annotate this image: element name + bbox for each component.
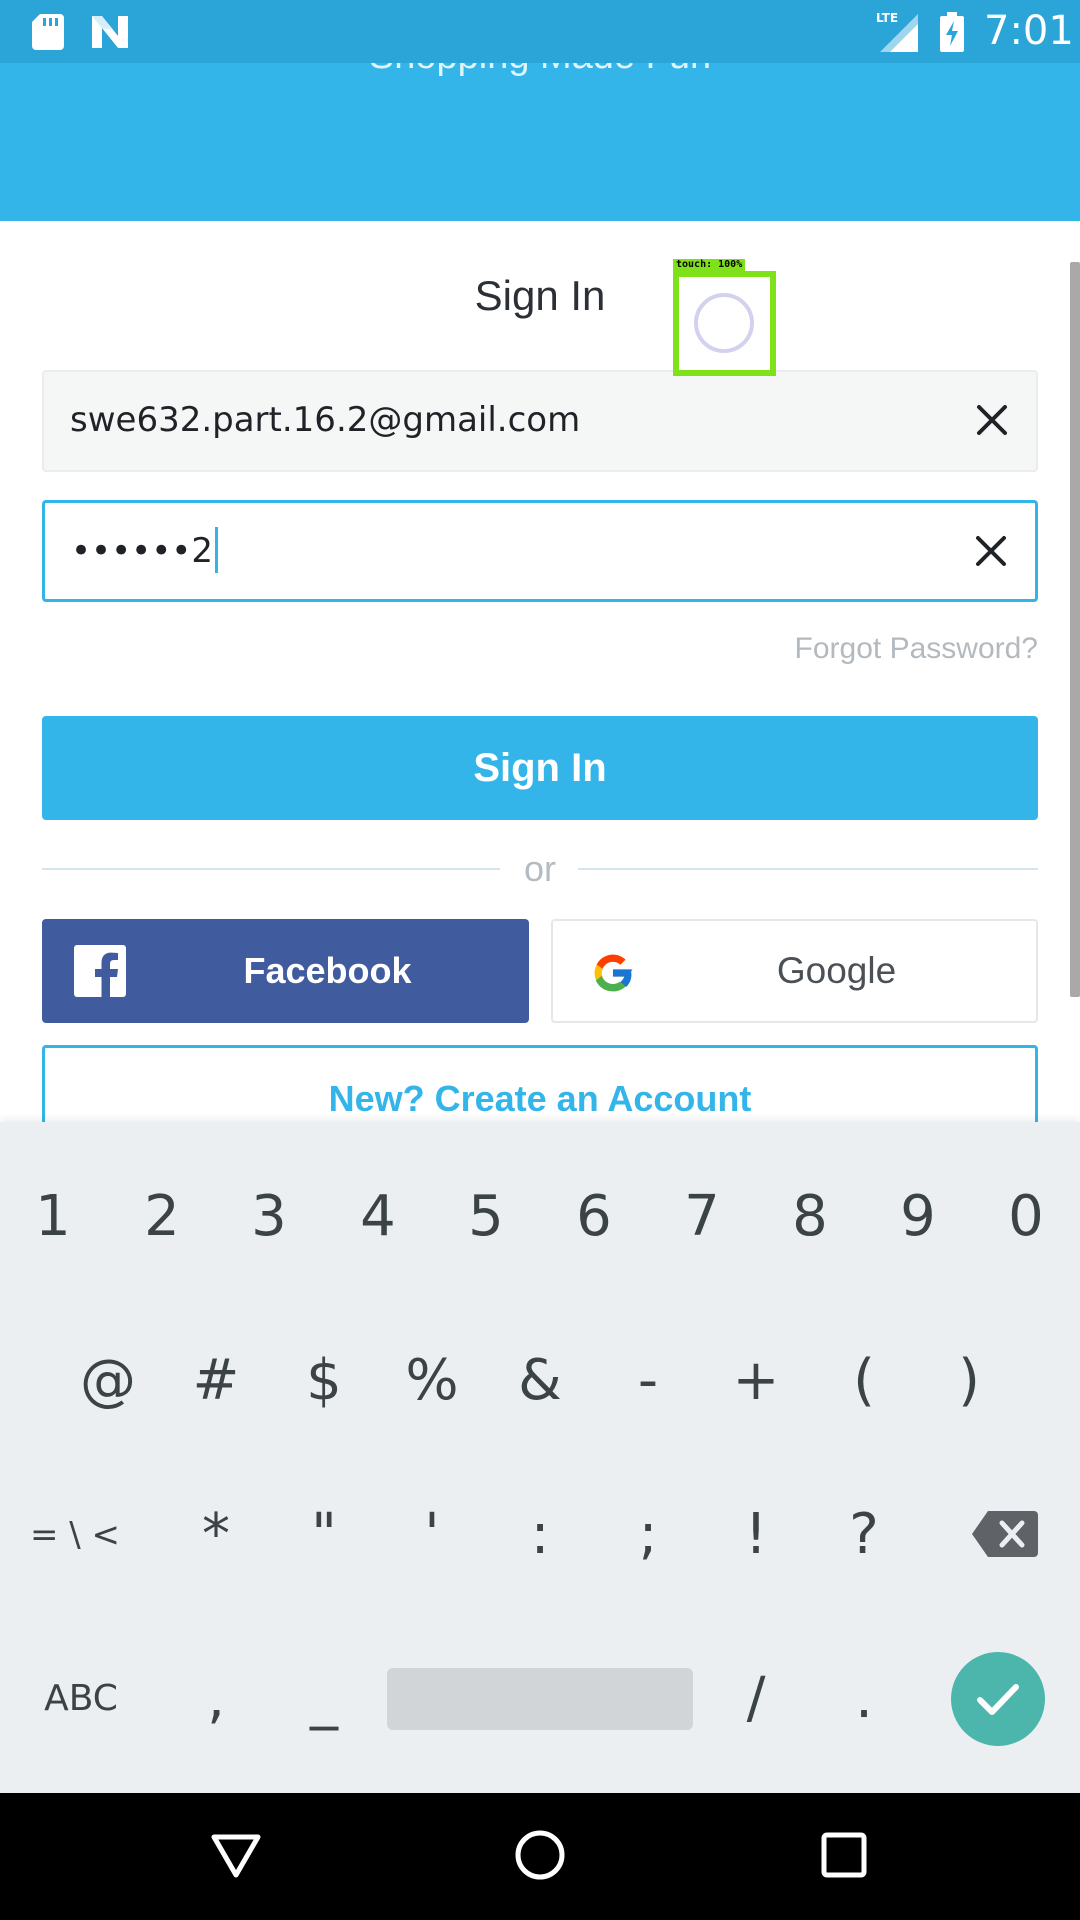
backspace-icon[interactable] xyxy=(972,1511,1038,1557)
n-notification-icon xyxy=(92,16,128,48)
sd-card-icon xyxy=(32,14,64,50)
key-9[interactable]: 9 xyxy=(873,1172,963,1262)
key-question[interactable]: ? xyxy=(819,1490,909,1580)
enter-check-icon xyxy=(977,1684,1019,1715)
key-close-paren[interactable]: ) xyxy=(924,1336,1014,1426)
facebook-button-label: Facebook xyxy=(243,950,412,991)
status-time: 7:01 xyxy=(984,8,1074,54)
create-account-button[interactable]: New? Create an Account xyxy=(42,1045,1038,1125)
key-minus[interactable]: - xyxy=(603,1336,693,1426)
key-colon[interactable]: : xyxy=(495,1490,585,1580)
key-7[interactable]: 7 xyxy=(657,1172,747,1262)
key-asterisk[interactable]: * xyxy=(171,1490,261,1580)
key-percent[interactable]: % xyxy=(387,1336,477,1426)
key-exclamation[interactable]: ! xyxy=(711,1490,801,1580)
key-4[interactable]: 4 xyxy=(333,1172,423,1262)
header-tagline: Shopping Made Fun xyxy=(0,63,1080,78)
facebook-icon xyxy=(74,945,126,997)
google-login-button[interactable]: Google xyxy=(551,919,1038,1023)
google-button-label: Google xyxy=(776,950,897,991)
on-screen-keyboard: 1 2 3 4 5 6 7 8 9 0 @ # $ % & - + ( ) = … xyxy=(0,1122,1080,1793)
forgot-password-link[interactable]: Forgot Password? xyxy=(795,632,1038,666)
or-divider: or xyxy=(42,848,1038,892)
back-icon[interactable] xyxy=(204,1823,268,1887)
key-0[interactable]: 0 xyxy=(981,1172,1071,1262)
password-field[interactable]: ••••••2 xyxy=(42,500,1038,602)
clear-email-icon[interactable] xyxy=(970,398,1014,442)
key-ampersand[interactable]: & xyxy=(495,1336,585,1426)
facebook-login-button[interactable]: Facebook xyxy=(42,919,529,1023)
key-plus[interactable]: + xyxy=(711,1336,801,1426)
navigation-bar xyxy=(0,1793,1080,1920)
key-single-quote[interactable]: ' xyxy=(387,1490,477,1580)
page-title: Sign In xyxy=(474,272,606,319)
key-semicolon[interactable]: ; xyxy=(603,1490,693,1580)
divider-line-right xyxy=(578,868,1038,870)
key-8[interactable]: 8 xyxy=(765,1172,855,1262)
key-comma[interactable]: , xyxy=(171,1654,261,1744)
status-bar: LTE 7:01 xyxy=(0,0,1080,63)
lte-signal-icon: LTE xyxy=(876,11,918,52)
key-underscore[interactable]: _ xyxy=(279,1654,369,1744)
key-open-paren[interactable]: ( xyxy=(819,1336,909,1426)
key-at[interactable]: @ xyxy=(63,1336,153,1426)
scrollbar[interactable] xyxy=(1070,262,1080,997)
sign-in-button[interactable]: Sign In xyxy=(42,716,1038,820)
battery-charging-icon xyxy=(940,12,964,52)
key-abc[interactable]: ABC xyxy=(16,1654,146,1744)
key-space[interactable] xyxy=(387,1668,693,1730)
recents-icon[interactable] xyxy=(812,1823,876,1887)
email-field[interactable]: swe632.part.16.2@gmail.com xyxy=(42,370,1038,472)
clear-password-icon[interactable] xyxy=(969,529,1013,573)
key-more-symbols[interactable]: = \ < xyxy=(20,1490,130,1580)
google-icon xyxy=(594,954,633,992)
key-double-quote[interactable]: " xyxy=(279,1490,369,1580)
key-5[interactable]: 5 xyxy=(441,1172,531,1262)
home-icon[interactable] xyxy=(508,1823,572,1887)
enter-key[interactable] xyxy=(951,1652,1045,1746)
password-masked-text: ••••••2 xyxy=(71,531,213,571)
text-cursor xyxy=(214,526,218,573)
key-2[interactable]: 2 xyxy=(117,1172,207,1262)
touch-indicator-circle xyxy=(694,293,754,353)
email-value: swe632.part.16.2@gmail.com xyxy=(70,400,581,440)
key-6[interactable]: 6 xyxy=(549,1172,639,1262)
key-hash[interactable]: # xyxy=(171,1336,261,1426)
key-period[interactable]: . xyxy=(819,1654,909,1744)
password-value: ••••••2 xyxy=(71,526,218,573)
key-3[interactable]: 3 xyxy=(224,1172,314,1262)
svg-text:LTE: LTE xyxy=(876,11,898,25)
key-slash[interactable]: / xyxy=(711,1654,801,1744)
key-dollar[interactable]: $ xyxy=(279,1336,369,1426)
key-1[interactable]: 1 xyxy=(8,1172,98,1262)
app-header: Shopping Made Fun xyxy=(0,63,1080,221)
